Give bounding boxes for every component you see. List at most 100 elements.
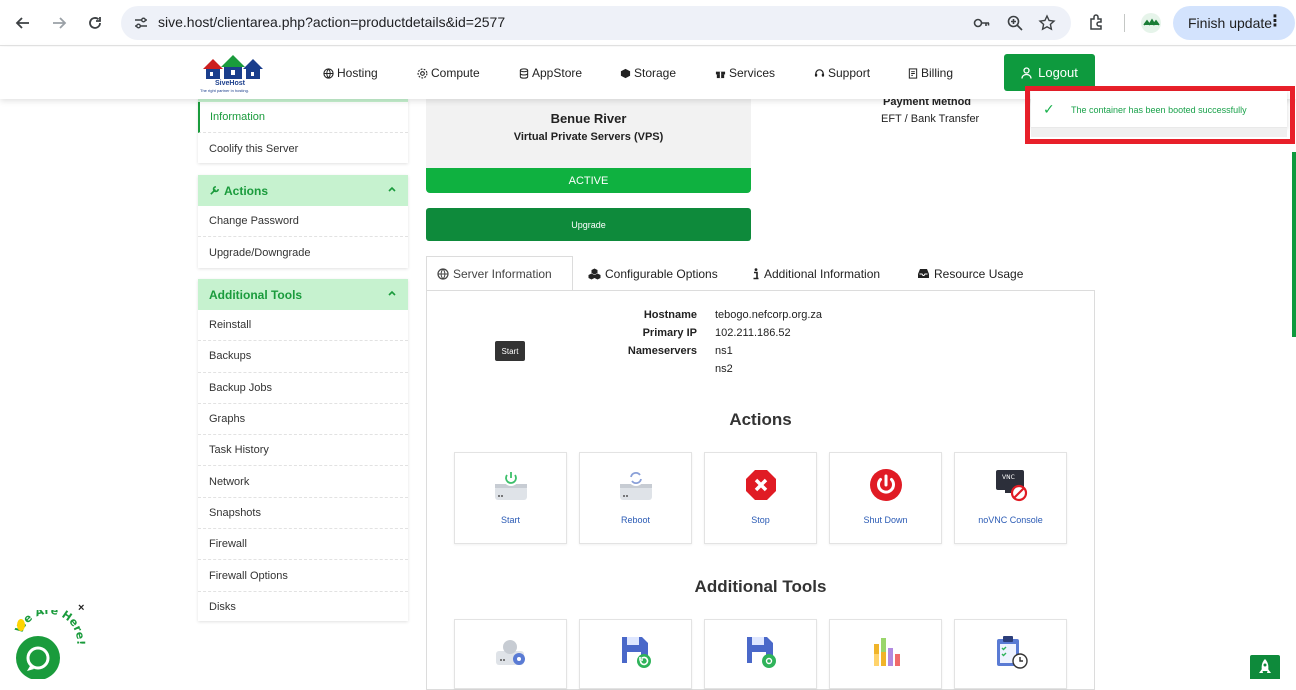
upgrade-button[interactable]: Upgrade: [426, 208, 751, 241]
extensions-icon[interactable]: [1088, 13, 1106, 31]
menu-support-label: Support: [828, 66, 871, 80]
tools-panel-header[interactable]: Additional Tools: [198, 279, 408, 310]
site-settings-icon[interactable]: [133, 15, 149, 31]
floppy-settings-icon: [747, 637, 776, 668]
forward-icon[interactable]: [47, 11, 71, 35]
sidebar-item-coolify[interactable]: Coolify this Server: [198, 133, 408, 164]
kebab-menu-icon[interactable]: ⋮: [1267, 14, 1283, 30]
cube-icon: [620, 68, 631, 78]
billing-icon: [908, 67, 918, 79]
actions-panel-header[interactable]: Actions: [198, 175, 408, 206]
brand-tagline: The right partner in hosting.: [200, 88, 249, 93]
clipboard-clock-icon: [997, 636, 1028, 669]
sidebar-item-firewall[interactable]: Firewall: [198, 529, 408, 561]
cubes-icon: [588, 268, 601, 279]
sidebar-item-task-history[interactable]: Task History: [198, 435, 408, 467]
tab-resource-usage[interactable]: Resource Usage: [907, 256, 1033, 291]
menu-appstore[interactable]: AppStore: [519, 66, 582, 80]
menu-support[interactable]: Support: [814, 66, 870, 80]
chevron-up-icon[interactable]: [387, 287, 397, 301]
houses-logo-icon: [203, 55, 263, 79]
chat-close-icon[interactable]: ×: [78, 602, 84, 614]
sidebar-item-snapshots[interactable]: Snapshots: [198, 498, 408, 530]
zoom-icon[interactable]: [1006, 14, 1024, 32]
sidebar-actions-panel: Actions Change Password Upgrade/Downgrad…: [198, 175, 408, 268]
sidebar-item-graphs[interactable]: Graphs: [198, 404, 408, 436]
menu-billing[interactable]: Billing: [908, 66, 953, 80]
menu-hosting[interactable]: Hosting: [323, 66, 378, 80]
database-icon: [519, 67, 529, 79]
sidebar-item-label: Firewall: [209, 538, 247, 551]
bookmark-star-icon[interactable]: [1038, 14, 1056, 32]
tab-configurable-options[interactable]: Configurable Options: [578, 256, 728, 291]
sidebar-item-upgrade-downgrade[interactable]: Upgrade/Downgrade: [198, 237, 408, 268]
sidebar-item-network[interactable]: Network: [198, 466, 408, 498]
sidebar-item-label: Disks: [209, 601, 236, 614]
finish-update-label: Finish update: [1188, 15, 1273, 31]
menu-billing-label: Billing: [921, 66, 954, 80]
stop-sign-icon: [746, 470, 776, 500]
menu-compute[interactable]: Compute: [417, 66, 480, 80]
sidebar-item-change-password[interactable]: Change Password: [198, 206, 408, 238]
server-reboot-icon: [620, 470, 652, 500]
sidebar-item-firewall-options[interactable]: Firewall Options: [198, 560, 408, 592]
password-key-icon[interactable]: [973, 14, 991, 32]
chevron-up-icon[interactable]: [387, 183, 397, 197]
sidebar-item-disks[interactable]: Disks: [198, 592, 408, 623]
url-text[interactable]: sive.host/clientarea.php?action=productd…: [158, 14, 505, 30]
status-badge: ACTIVE: [426, 168, 751, 193]
gift-icon: [715, 71, 726, 78]
actions-section-title: Actions: [729, 410, 792, 429]
menu-services[interactable]: Services: [715, 66, 775, 80]
nameserver-2: ns2: [715, 363, 733, 375]
sidebar-item-label: Graphs: [209, 413, 246, 426]
start-label: Start: [500, 515, 520, 525]
reboot-action-button[interactable]: Reboot: [579, 452, 692, 544]
scroll-top-button[interactable]: [1250, 655, 1280, 679]
sidebar-tools-panel: Additional Tools Reinstall Backups Backu…: [198, 279, 408, 621]
sidebar-item-label: Network: [209, 475, 250, 488]
success-toast[interactable]: ✓ The container has been booted successf…: [1031, 91, 1287, 137]
power-off-icon: [870, 469, 902, 501]
tab-server-information[interactable]: Server Information: [426, 256, 573, 291]
address-bar[interactable]: sive.host/clientarea.php?action=productd…: [121, 6, 1071, 40]
menu-storage[interactable]: Storage: [620, 66, 676, 80]
nameservers-label: Nameservers: [627, 345, 697, 357]
novnc-console-action-button[interactable]: VNC noVNC Console: [954, 452, 1067, 544]
sidebar-item-label: Firewall Options: [209, 569, 288, 582]
sidebar-item-label: Backup Jobs: [209, 381, 272, 394]
start-action-button[interactable]: Start: [454, 452, 567, 544]
tools-panel-title: Additional Tools: [209, 287, 303, 302]
check-icon: ✓: [1043, 101, 1055, 117]
menu-storage-label: Storage: [634, 66, 677, 80]
menu-services-label: Services: [729, 66, 776, 80]
sidebar-item-backup-jobs[interactable]: Backup Jobs: [198, 373, 408, 404]
tab-additional-information[interactable]: Additional Information: [742, 256, 890, 291]
shutdown-action-button[interactable]: Shut Down: [829, 452, 942, 544]
stop-action-button[interactable]: Stop: [704, 452, 817, 544]
sidebar-overview-panel: Information Coolify this Server: [198, 99, 408, 163]
reload-icon[interactable]: [83, 11, 107, 35]
user-icon: [1021, 66, 1032, 79]
globe-icon: [323, 67, 334, 79]
sidebar-item-label: Task History: [209, 444, 269, 457]
sidebar-item-backups[interactable]: Backups: [198, 341, 408, 373]
logout-label: Logout: [1038, 65, 1078, 80]
back-icon[interactable]: [11, 11, 35, 35]
reboot-label: Reboot: [620, 515, 651, 525]
sidebar-item-reinstall[interactable]: Reinstall: [198, 310, 408, 342]
finish-update-button[interactable]: Finish update ⋮: [1173, 6, 1295, 40]
sivehost-logo[interactable]: SiveHost The right partner in hosting.: [200, 53, 270, 93]
inbox-icon: [918, 269, 929, 278]
chat-widget[interactable]: We Are Here!: [13, 604, 94, 680]
sidebar-item-information[interactable]: Information: [198, 102, 408, 134]
page-edge-accent: [1292, 152, 1296, 337]
gear-icon: [417, 68, 428, 78]
floppy-restore-icon: [622, 637, 651, 668]
tab-label: Resource Usage: [934, 266, 1024, 281]
profile-avatar-icon[interactable]: [1140, 12, 1162, 34]
menu-compute-label: Compute: [431, 66, 480, 80]
brand-name: SiveHost: [215, 80, 245, 87]
tab-label: Configurable Options: [605, 266, 718, 281]
wrench-icon: [210, 186, 219, 195]
